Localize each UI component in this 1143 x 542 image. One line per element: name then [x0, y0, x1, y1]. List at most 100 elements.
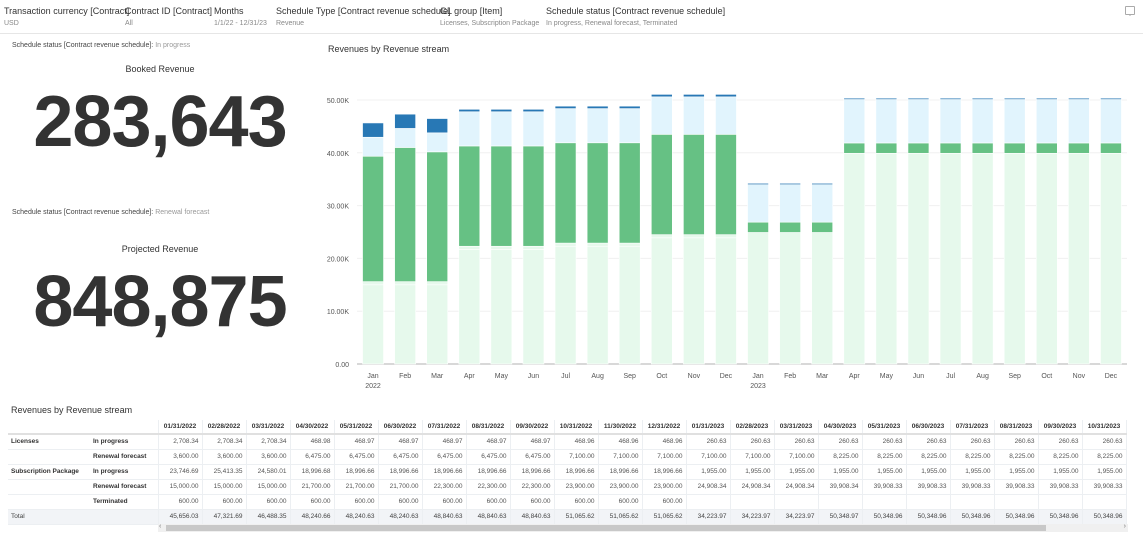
bar-segment: [458, 145, 481, 247]
scroll-right-icon[interactable]: ›: [1124, 523, 1126, 530]
y-tick-label: 40.00K: [327, 151, 350, 158]
table-cell: 8,225.00: [994, 449, 1039, 465]
table-cell: 18,996.68: [290, 464, 335, 480]
table-cell: [862, 494, 907, 510]
bar-segment: [779, 182, 801, 185]
bar-segment: [747, 221, 769, 233]
column-header[interactable]: 12/31/2022: [642, 420, 687, 435]
table-cell: 22,300.00: [466, 479, 511, 495]
bar-segment: [362, 284, 384, 365]
table-cell: 21,700.00: [378, 479, 423, 495]
column-header[interactable]: 06/30/2023: [906, 420, 951, 435]
table-cell: 600.00: [290, 494, 335, 510]
bar-segment: [843, 97, 866, 100]
table-cell: 18,996.66: [466, 464, 511, 480]
bar-segment: [458, 108, 481, 113]
revenue-table: 01/31/2022 02/28/2022 03/31/2022 04/30/2022…: [8, 420, 1127, 525]
table-cell: 600.00: [642, 494, 687, 510]
bar-segment: [747, 184, 769, 223]
x-tick-label: Jun: [528, 373, 539, 380]
column-header[interactable]: 07/31/2022: [422, 420, 467, 435]
total-cell: 50,348.96: [1082, 509, 1127, 525]
table-cell: 600.00: [554, 494, 599, 510]
table-row: Renewal forecast 15,000.00 15,000.00 15,000…: [8, 479, 1127, 495]
table-row: Licenses In progress 2,708.34 2,708.34 2,708…: [8, 434, 1127, 450]
bar-segment: [939, 99, 962, 144]
bar-segment: [426, 281, 449, 286]
table-cell: 600.00: [466, 494, 511, 510]
bar-segment: [554, 245, 577, 365]
column-header[interactable]: 06/30/2022: [378, 420, 423, 435]
bar-segment: [458, 249, 481, 365]
bar-segment: [522, 108, 545, 113]
column-header[interactable]: 04/30/2023: [818, 420, 863, 435]
bar-segment: [1003, 97, 1026, 100]
table-cell: 8,225.00: [862, 449, 907, 465]
bar-segment: [394, 281, 416, 286]
bar-segment: [1035, 97, 1058, 100]
total-cell: 34,223.97: [774, 509, 819, 525]
scroll-left-icon[interactable]: ‹: [159, 523, 161, 530]
column-header[interactable]: 07/31/2023: [950, 420, 995, 435]
table-cell: [774, 494, 819, 510]
column-header[interactable]: 03/31/2022: [246, 420, 291, 435]
bar-segment: [426, 151, 449, 282]
table-cell: 260.63: [686, 434, 731, 450]
table-cell: 24,580.01: [246, 464, 291, 480]
column-header[interactable]: 09/30/2023: [1038, 420, 1083, 435]
column-header[interactable]: 10/31/2022: [554, 420, 599, 435]
table-cell: 18,996.66: [510, 464, 555, 480]
table-cell: 18,996.66: [598, 464, 643, 480]
bar-segment: [875, 99, 898, 144]
table-cell: 39,908.33: [862, 479, 907, 495]
total-cell: 34,223.97: [730, 509, 775, 525]
column-header[interactable]: 02/28/2023: [730, 420, 775, 435]
bar-segment: [522, 145, 545, 247]
x-tick-label: Apr: [464, 373, 476, 380]
scrollbar-thumb[interactable]: [166, 525, 1046, 531]
table-cell: 1,955.00: [1082, 464, 1127, 480]
bar-segment: [490, 249, 513, 365]
bar-segment: [618, 142, 641, 244]
bar-segment: [586, 105, 609, 109]
column-header[interactable]: 01/31/2022: [158, 420, 203, 435]
column-header[interactable]: 10/31/2023: [1082, 420, 1127, 435]
table-cell: 468.97: [334, 434, 379, 450]
table-cell: 1,955.00: [774, 464, 819, 480]
horizontal-scrollbar[interactable]: ‹ ›: [158, 523, 1128, 532]
bar-segment: [362, 122, 384, 138]
column-header[interactable]: 08/31/2022: [466, 420, 511, 435]
x-tick-label: Oct: [656, 373, 667, 380]
x-tick-label: Jul: [561, 373, 570, 380]
bar-segment: [683, 134, 705, 235]
total-cell: 48,840.63: [466, 509, 511, 525]
bar-segment: [362, 281, 384, 286]
column-header[interactable]: 11/30/2022: [598, 420, 643, 435]
row-status-label: Terminated: [90, 494, 159, 510]
table-cell: 7,100.00: [598, 449, 643, 465]
table-cell: 23,900.00: [642, 479, 687, 495]
table-cell: 6,475.00: [422, 449, 467, 465]
column-header[interactable]: 01/31/2023: [686, 420, 731, 435]
column-header[interactable]: 05/31/2022: [334, 420, 379, 435]
table-cell: 260.63: [950, 434, 995, 450]
column-header[interactable]: 05/31/2023: [862, 420, 907, 435]
x-tick-label: Apr: [849, 373, 861, 380]
bar-segment: [875, 97, 898, 100]
bar-segment: [522, 249, 545, 365]
table-cell: 39,908.33: [906, 479, 951, 495]
table-cell: 260.63: [1038, 434, 1083, 450]
column-header[interactable]: 08/31/2023: [994, 420, 1039, 435]
total-cell: 48,240.63: [334, 509, 379, 525]
table-cell: 18,996.66: [334, 464, 379, 480]
total-cell: 46,488.35: [246, 509, 291, 525]
table-cell: 39,908.34: [818, 479, 863, 495]
x-tick-label: Nov: [1073, 373, 1086, 380]
bar-segment: [394, 147, 416, 282]
column-header[interactable]: 04/30/2022: [290, 420, 335, 435]
table-cell: [906, 494, 951, 510]
column-header[interactable]: 03/31/2023: [774, 420, 819, 435]
column-header[interactable]: 02/28/2022: [202, 420, 247, 435]
column-header[interactable]: 09/30/2022: [510, 420, 555, 435]
bar-segment: [971, 142, 994, 154]
